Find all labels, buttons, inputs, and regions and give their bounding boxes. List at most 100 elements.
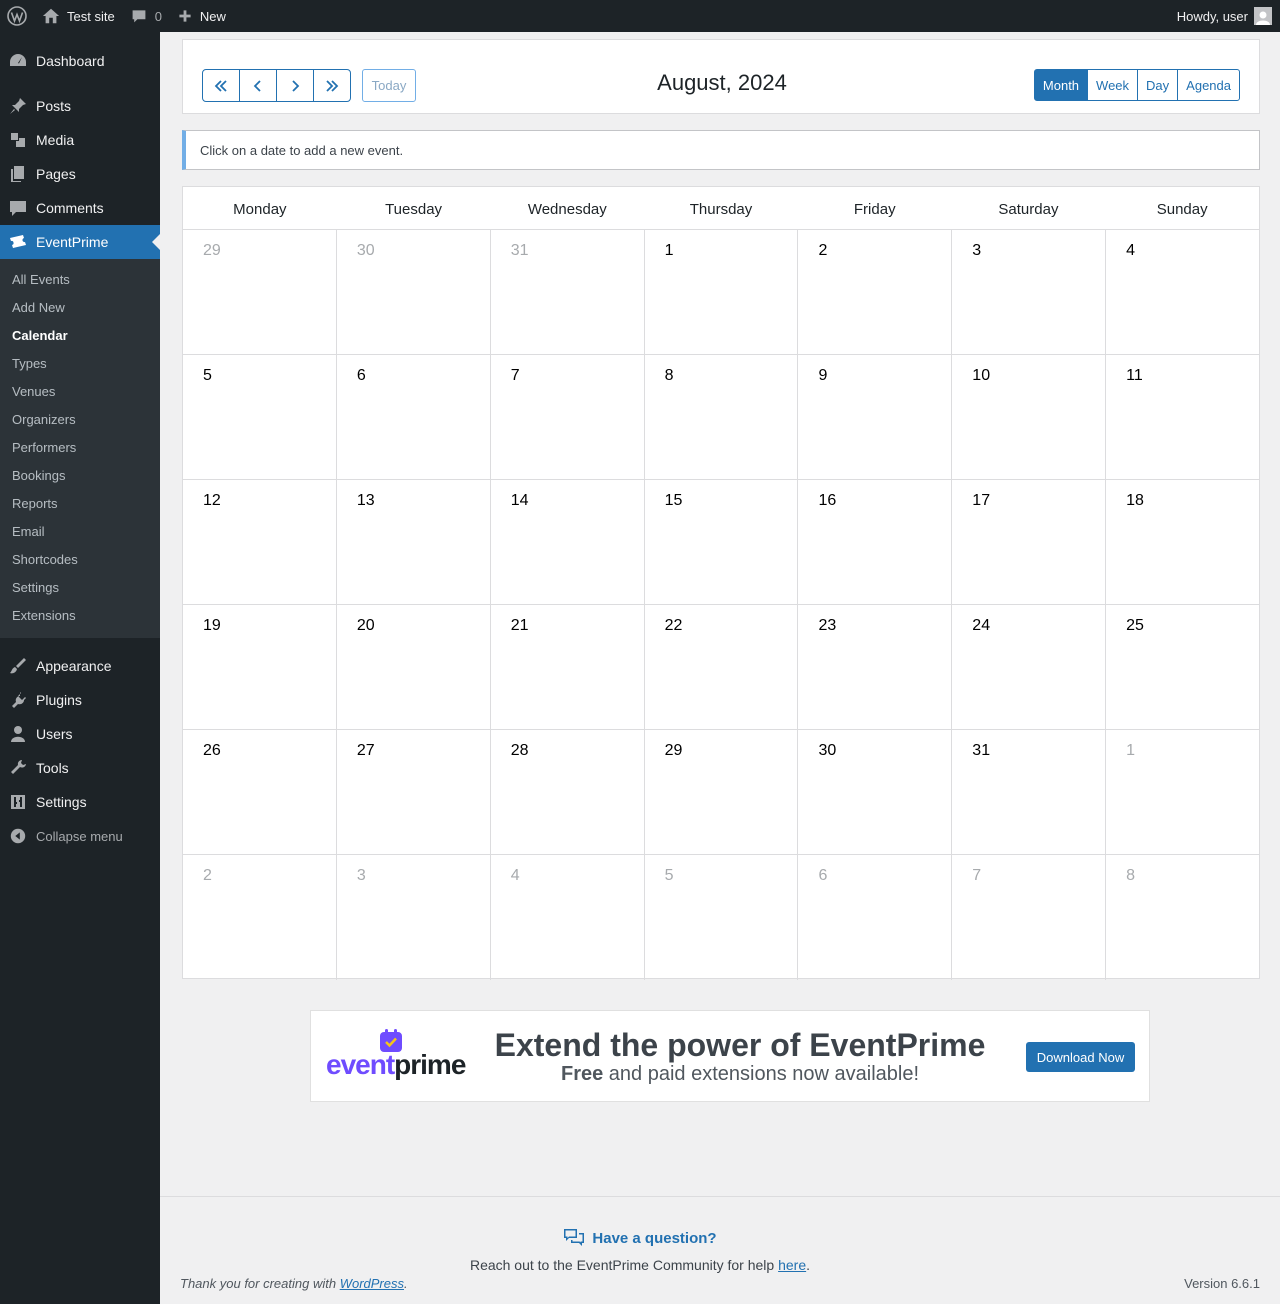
calendar-day-cell[interactable]: 1 <box>1106 730 1259 854</box>
calendar-day-cell[interactable]: 14 <box>491 480 645 604</box>
weekday-monday: Monday <box>233 201 287 218</box>
sidebar-item-tools[interactable]: Tools <box>0 751 160 785</box>
calendar-day-cell[interactable]: 21 <box>491 605 645 729</box>
calendar-day-cell[interactable]: 26 <box>183 730 337 854</box>
help-link[interactable]: here <box>778 1257 806 1273</box>
submenu-item-shortcodes[interactable]: Shortcodes <box>0 546 160 574</box>
calendar-day-cell[interactable]: 30 <box>337 230 491 354</box>
footer-thanks: Thank you for creating with WordPress. <box>180 1276 408 1291</box>
submenu-item-organizers[interactable]: Organizers <box>0 406 160 434</box>
day-number: 31 <box>510 242 529 259</box>
submenu-item-settings[interactable]: Settings <box>0 574 160 602</box>
submenu-item-all-events[interactable]: All Events <box>0 266 160 294</box>
calendar-day-cell[interactable]: 4 <box>491 855 645 980</box>
download-now-button[interactable]: Download Now <box>1026 1042 1135 1072</box>
calendar-day-cell[interactable]: 30 <box>798 730 953 854</box>
sidebar-item-dashboard[interactable]: Dashboard <box>0 44 160 78</box>
calendar-day-cell[interactable]: 3 <box>952 230 1107 354</box>
view-day-button[interactable]: Day <box>1137 69 1179 101</box>
submenu-item-performers[interactable]: Performers <box>0 434 160 462</box>
calendar-day-cell[interactable]: 28 <box>491 730 645 854</box>
sidebar-item-label: EventPrime <box>36 234 109 250</box>
calendar-day-cell[interactable]: 19 <box>183 605 337 729</box>
sidebar-item-comments[interactable]: Comments <box>0 191 160 225</box>
calendar-day-cell[interactable]: 22 <box>645 605 799 729</box>
calendar-day-cell[interactable]: 6 <box>798 855 953 980</box>
submenu-item-extensions[interactable]: Extensions <box>0 602 160 630</box>
calendar-day-cell[interactable]: 8 <box>645 355 799 479</box>
calendar-day-cell[interactable]: 5 <box>183 355 337 479</box>
calendar-day-cell[interactable]: 1 <box>645 230 799 354</box>
sidebar-item-eventprime[interactable]: EventPrime <box>0 225 160 259</box>
weekday-wednesday: Wednesday <box>527 201 607 218</box>
sidebar-item-posts[interactable]: Posts <box>0 89 160 123</box>
calendar-day-cell[interactable]: 25 <box>1106 605 1259 729</box>
calendar-day-cell[interactable]: 4 <box>1106 230 1259 354</box>
calendar-day-cell[interactable]: 23 <box>798 605 953 729</box>
calendar-day-cell[interactable]: 3 <box>337 855 491 980</box>
sidebar-item-appearance[interactable]: Appearance <box>0 649 160 683</box>
collapse-menu-button[interactable]: Collapse menu <box>0 819 160 853</box>
submenu-item-bookings[interactable]: Bookings <box>0 462 160 490</box>
calendar-day-cell[interactable]: 29 <box>645 730 799 854</box>
day-number: 14 <box>510 492 529 509</box>
sidebar-item-label: Tools <box>36 760 69 776</box>
my-account-link[interactable]: Howdy, user <box>1169 0 1280 32</box>
calendar-day-cell[interactable]: 11 <box>1106 355 1259 479</box>
sidebar-item-label: Settings <box>36 794 87 810</box>
sidebar-item-settings[interactable]: Settings <box>0 785 160 819</box>
day-number: 2 <box>203 867 212 884</box>
calendar-day-cell[interactable]: 7 <box>491 355 645 479</box>
calendar-day-cell[interactable]: 31 <box>952 730 1107 854</box>
day-number: 3 <box>356 867 366 884</box>
calendar-day-cell[interactable]: 9 <box>798 355 953 479</box>
wordpress-link[interactable]: WordPress <box>340 1276 404 1291</box>
wordpress-logo-icon[interactable] <box>0 0 34 32</box>
calendar-day-cell[interactable]: 5 <box>645 855 799 980</box>
submenu-item-calendar[interactable]: Calendar <box>0 322 160 350</box>
submenu-item-types[interactable]: Types <box>0 350 160 378</box>
sidebar-item-users[interactable]: Users <box>0 717 160 751</box>
tickets-icon <box>0 225 36 259</box>
calendar-day-cell[interactable]: 17 <box>952 480 1107 604</box>
day-number: 4 <box>1126 242 1136 259</box>
view-week-button[interactable]: Week <box>1087 69 1139 101</box>
calendar-day-cell[interactable]: 29 <box>183 230 337 354</box>
calendar-day-cell[interactable]: 6 <box>337 355 491 479</box>
new-content-link[interactable]: New <box>170 0 234 32</box>
sidebar-item-plugins[interactable]: Plugins <box>0 683 160 717</box>
calendar-day-cell[interactable]: 13 <box>337 480 491 604</box>
site-name-link[interactable]: Test site <box>34 0 123 32</box>
calendar-day-cell[interactable]: 20 <box>337 605 491 729</box>
calendar-day-cell[interactable]: 2 <box>183 855 337 980</box>
calendar-day-cell[interactable]: 16 <box>798 480 953 604</box>
calendar-day-cell[interactable]: 27 <box>337 730 491 854</box>
day-number: 3 <box>972 242 982 259</box>
calendar-day-cell[interactable]: 2 <box>798 230 953 354</box>
comments-link[interactable]: 0 <box>123 0 170 32</box>
users-icon <box>0 717 36 751</box>
sidebar-item-media[interactable]: Media <box>0 123 160 157</box>
day-number: 12 <box>203 492 221 509</box>
view-month-button[interactable]: Month <box>1033 69 1089 101</box>
sidebar-item-pages[interactable]: Pages <box>0 157 160 191</box>
calendar-toolbar: Today August, 2024 Month Week Day Agenda <box>182 39 1260 114</box>
calendar-day-cell[interactable]: 8 <box>1106 855 1259 980</box>
submenu-item-email[interactable]: Email <box>0 518 160 546</box>
admin-bar: Test site 0 New Howdy, user <box>0 0 1280 32</box>
submenu-item-add-new[interactable]: Add New <box>0 294 160 322</box>
calendar-day-cell[interactable]: 7 <box>952 855 1107 980</box>
day-number: 11 <box>1126 367 1143 384</box>
view-agenda-button[interactable]: Agenda <box>1177 69 1240 101</box>
submenu-item-reports[interactable]: Reports <box>0 490 160 518</box>
calendar-day-cell[interactable]: 12 <box>183 480 337 604</box>
calendar-day-cell[interactable]: 15 <box>645 480 799 604</box>
home-icon <box>42 8 60 24</box>
day-number: 8 <box>664 367 674 384</box>
calendar-day-cell[interactable]: 24 <box>952 605 1107 729</box>
calendar-day-cell[interactable]: 31 <box>491 230 645 354</box>
sidebar-item-label: Dashboard <box>36 53 105 69</box>
submenu-item-venues[interactable]: Venues <box>0 378 160 406</box>
calendar-day-cell[interactable]: 10 <box>952 355 1107 479</box>
calendar-day-cell[interactable]: 18 <box>1106 480 1259 604</box>
